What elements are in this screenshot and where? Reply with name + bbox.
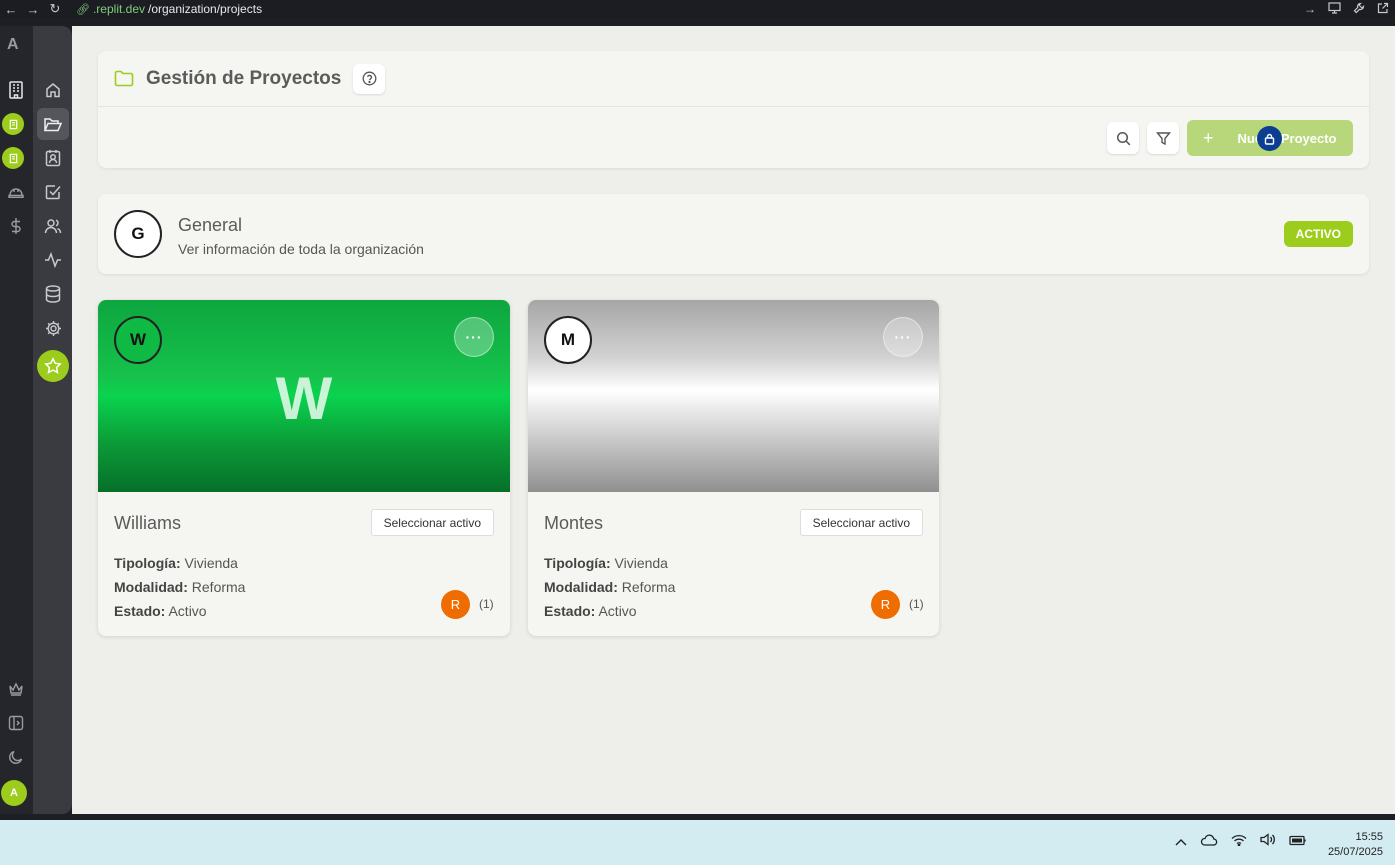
dollar-icon[interactable] [3, 213, 29, 239]
estado-value: Activo [168, 603, 207, 619]
modalidad-value: Reforma [191, 579, 246, 595]
tipologia-value: Vivienda [614, 555, 668, 571]
project-name: Montes [544, 513, 604, 533]
filter-button[interactable] [1147, 122, 1179, 154]
search-button[interactable] [1107, 122, 1139, 154]
modalidad-label: Modalidad: [114, 579, 188, 595]
general-organization-card[interactable]: G General Ver información de toda la org… [98, 194, 1369, 274]
sidebar-toggle-icon[interactable] [3, 710, 29, 736]
tipologia-label: Tipología: [544, 555, 611, 571]
folder-icon[interactable] [37, 108, 69, 140]
new-project-label: Nuevo Proyecto [1237, 130, 1337, 146]
plus-icon: + [1203, 127, 1214, 148]
app-rail: A A [0, 26, 33, 814]
system-clock[interactable]: 15:55 25/07/2025 [1328, 830, 1383, 860]
project-sidebar [33, 26, 72, 814]
clock-date: 25/07/2025 [1327, 846, 1383, 858]
moon-icon[interactable] [3, 744, 29, 770]
users-icon[interactable] [37, 210, 69, 242]
search-icon [1116, 131, 1131, 146]
folder-icon [114, 70, 134, 87]
project-avatar: M [544, 316, 592, 364]
page-title: Gestión de Proyectos [146, 67, 342, 89]
more-options-button[interactable]: ··· [883, 317, 923, 357]
project-modalidad: Modalidad: Reforma [544, 579, 675, 595]
cloud-icon[interactable] [1200, 833, 1218, 851]
tipologia-label: Tipología: [114, 555, 181, 571]
select-active-button[interactable]: Seleccionar activo [370, 509, 494, 536]
crown-icon[interactable] [3, 676, 29, 702]
help-button[interactable] [353, 63, 386, 94]
battery-icon[interactable] [1289, 833, 1307, 851]
user-avatar[interactable]: A [1, 780, 27, 806]
checklist-icon[interactable] [37, 176, 69, 208]
external-link-icon[interactable] [1377, 2, 1389, 17]
project-tipologia: Tipología: Vivienda [544, 555, 668, 571]
project-tipologia: Tipología: Vivienda [114, 555, 238, 571]
url-path: /organization/projects [148, 2, 263, 16]
link-icon: 🔗︎ [76, 3, 90, 16]
project-name: Williams [114, 513, 181, 533]
activity-icon[interactable] [37, 244, 69, 276]
gear-icon[interactable] [37, 312, 69, 344]
general-subtitle: Ver información de toda la organización [178, 241, 424, 257]
monitor-icon[interactable] [1328, 1, 1341, 17]
contacts-icon[interactable] [37, 142, 69, 174]
wifi-icon[interactable] [1231, 833, 1247, 851]
estado-value: Activo [598, 603, 637, 619]
star-icon[interactable] [37, 350, 69, 382]
more-options-button[interactable]: ··· [454, 317, 494, 357]
new-project-button[interactable]: + Nuevo Proyecto [1187, 120, 1353, 156]
building-badge-icon[interactable] [2, 147, 24, 169]
url-host: .replit.dev [92, 2, 145, 16]
arrow-right-icon[interactable]: → [1304, 2, 1316, 16]
member-avatar[interactable]: R [441, 590, 470, 619]
general-title: General [178, 215, 243, 235]
forward-icon[interactable]: → [22, 0, 44, 18]
volume-icon[interactable] [1260, 833, 1276, 851]
filter-icon [1155, 131, 1171, 146]
page-header: Gestión de Proyectos + Nuevo Proyecto [98, 51, 1369, 168]
member-count: (1) [479, 597, 494, 611]
status-badge: ACTIVO [1283, 221, 1353, 247]
database-icon[interactable] [37, 278, 69, 310]
back-icon[interactable]: ← [0, 0, 22, 18]
project-cover-letter: W [275, 365, 333, 432]
project-estado: Estado: Activo [544, 603, 637, 619]
os-taskbar: 15:55 25/07/2025 [0, 820, 1395, 865]
building-badge-icon[interactable] [2, 113, 24, 135]
tipologia-value: Vivienda [184, 555, 238, 571]
estado-label: Estado: [114, 603, 166, 619]
home-icon[interactable] [37, 74, 69, 106]
browser-toolbar: ← → ↻ 🔗︎ .replit.dev/organization/projec… [0, 0, 1395, 18]
modalidad-label: Modalidad: [544, 579, 618, 595]
project-avatar: W [114, 316, 162, 364]
project-modalidad: Modalidad: Reforma [114, 579, 245, 595]
hard-hat-icon[interactable] [3, 179, 29, 205]
modalidad-value: Reforma [621, 579, 676, 595]
main-content: Gestión de Proyectos + Nuevo Proyecto G … [72, 26, 1395, 814]
project-card[interactable]: W W ··· Williams Seleccionar activo Tipo… [98, 300, 510, 636]
reload-icon[interactable]: ↻ [44, 0, 66, 18]
select-active-button[interactable]: Seleccionar activo [799, 509, 923, 536]
general-avatar: G [114, 210, 162, 258]
chevron-up-icon[interactable] [1175, 833, 1187, 851]
app-logo: A [7, 36, 19, 53]
member-count: (1) [909, 597, 924, 611]
address-bar[interactable]: 🔗︎ .replit.dev/organization/projects [76, 2, 262, 16]
wrench-icon[interactable] [1353, 2, 1365, 17]
building-icon[interactable] [3, 77, 29, 103]
clock-time: 15:55 [1355, 831, 1383, 843]
project-card[interactable]: M ··· Montes Seleccionar activo Tipologí… [528, 300, 939, 636]
lock-icon [1257, 126, 1282, 151]
member-avatar[interactable]: R [871, 590, 900, 619]
estado-label: Estado: [544, 603, 596, 619]
project-estado: Estado: Activo [114, 603, 207, 619]
